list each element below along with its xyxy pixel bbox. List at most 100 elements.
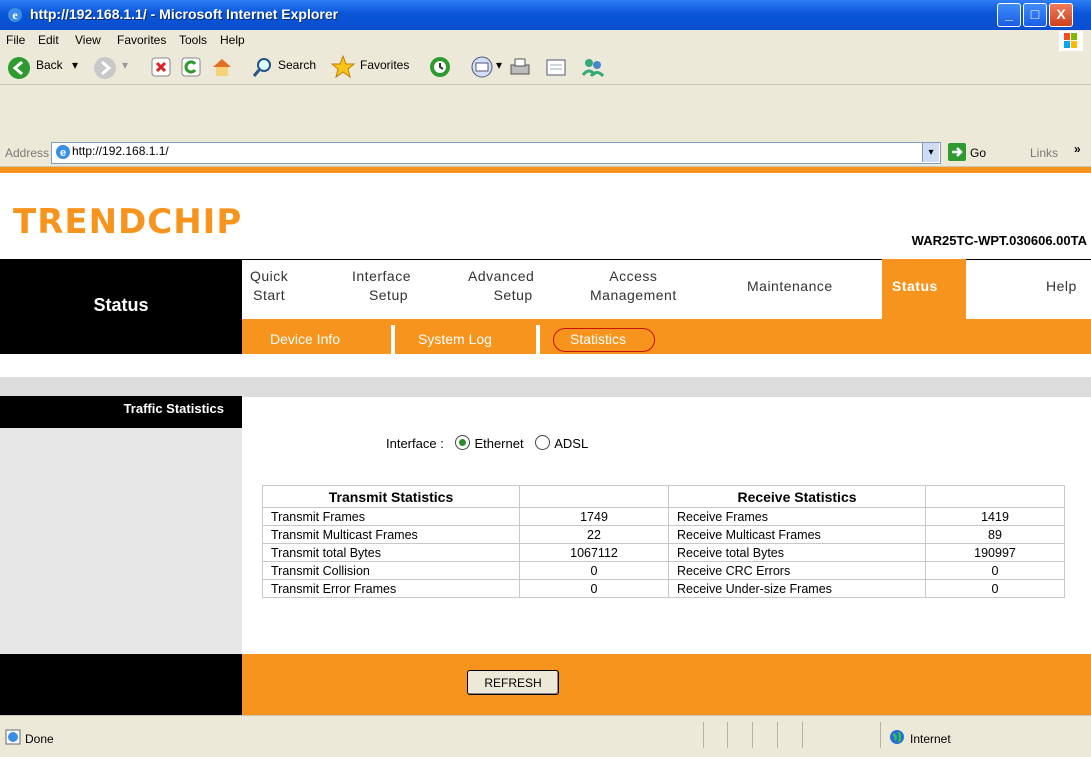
rx-value-header bbox=[925, 485, 1065, 508]
tx-value-header bbox=[519, 485, 669, 508]
menu-help[interactable]: Help bbox=[220, 33, 245, 47]
nav-quick-start[interactable]: Quick Start bbox=[250, 267, 288, 305]
nav-access-management[interactable]: Access Management bbox=[590, 267, 677, 305]
ie-icon: e bbox=[8, 8, 22, 22]
status-divider bbox=[703, 722, 704, 748]
favorites-star-icon[interactable] bbox=[330, 54, 356, 80]
search-button[interactable]: Search bbox=[278, 58, 316, 72]
rx-value: 0 bbox=[925, 579, 1065, 598]
tx-header: Transmit Statistics bbox=[262, 485, 520, 508]
refresh-icon[interactable] bbox=[180, 56, 202, 78]
table-row: Transmit Error Frames 0 Receive Under-si… bbox=[262, 579, 1065, 598]
rx-value: 1419 bbox=[925, 507, 1065, 526]
subnav-system-log[interactable]: System Log bbox=[418, 331, 492, 347]
back-button[interactable]: Back bbox=[36, 58, 63, 72]
nav-help[interactable]: Help bbox=[1046, 277, 1077, 296]
interface-selector: Interface : Ethernet ADSL bbox=[386, 435, 588, 451]
security-zone: Internet bbox=[910, 732, 951, 746]
print-icon[interactable] bbox=[508, 55, 532, 79]
sidebar-title: Traffic Statistics bbox=[123, 401, 224, 416]
nav-maintenance[interactable]: Maintenance bbox=[747, 277, 833, 296]
radio-ethernet-label[interactable]: Ethernet bbox=[474, 436, 523, 451]
back-arrow-icon[interactable] bbox=[6, 55, 32, 81]
table-row: Transmit Frames 1749 Receive Frames 1419 bbox=[262, 507, 1065, 526]
subnav-statistics[interactable]: Statistics bbox=[570, 331, 626, 347]
minimize-button[interactable]: _ bbox=[997, 3, 1021, 27]
radio-adsl[interactable] bbox=[535, 435, 551, 450]
nav-interface-setup[interactable]: Interface Setup bbox=[352, 267, 411, 305]
tx-value: 0 bbox=[519, 561, 669, 580]
menu-bar: File Edit View Favorites Tools Help bbox=[0, 30, 1091, 53]
page-icon: e bbox=[56, 145, 70, 159]
tx-label: Transmit Multicast Frames bbox=[262, 525, 520, 544]
firmware-version: WAR25TC-WPT.030606.00TA bbox=[911, 233, 1087, 248]
section-title: Status bbox=[93, 295, 149, 315]
subnav-device-info[interactable]: Device Info bbox=[270, 331, 340, 347]
radio-ethernet[interactable] bbox=[455, 435, 471, 450]
status-divider bbox=[777, 722, 778, 748]
search-icon[interactable] bbox=[252, 56, 274, 78]
nav-status[interactable]: Status bbox=[892, 277, 938, 296]
go-button[interactable]: Go bbox=[970, 146, 986, 160]
window-title: http://192.168.1.1/ - Microsoft Internet… bbox=[30, 6, 339, 22]
tx-label: Transmit total Bytes bbox=[262, 543, 520, 562]
tx-label: Transmit Error Frames bbox=[262, 579, 520, 598]
menu-tools[interactable]: Tools bbox=[179, 33, 207, 47]
menu-favorites[interactable]: Favorites bbox=[117, 33, 166, 47]
globe-icon bbox=[890, 730, 904, 744]
table-row: Transmit Collision 0 Receive CRC Errors … bbox=[262, 561, 1065, 580]
chevron-right-icon[interactable]: » bbox=[1074, 142, 1081, 156]
status-bar: Done Internet bbox=[0, 715, 1091, 757]
nav-interface-setup-line2: Setup bbox=[368, 287, 409, 303]
refresh-button[interactable]: REFRESH bbox=[467, 670, 559, 695]
window-title-bar: e http://192.168.1.1/ - Microsoft Intern… bbox=[0, 0, 1091, 30]
tx-label: Transmit Collision bbox=[262, 561, 520, 580]
menu-edit[interactable]: Edit bbox=[38, 33, 59, 47]
address-dropdown-icon[interactable]: ▾ bbox=[922, 143, 939, 162]
footer-bar bbox=[242, 654, 1091, 715]
svg-text:e: e bbox=[12, 8, 18, 22]
stop-icon[interactable] bbox=[150, 56, 172, 78]
svg-text:e: e bbox=[60, 147, 66, 159]
tx-value: 22 bbox=[519, 525, 669, 544]
radio-adsl-label[interactable]: ADSL bbox=[554, 436, 588, 451]
nav-access-management-line2: Management bbox=[590, 287, 677, 303]
tx-label: Transmit Frames bbox=[262, 507, 520, 526]
go-arrow-icon[interactable] bbox=[948, 143, 966, 161]
trendchip-logo: TRENDCHIP bbox=[13, 202, 243, 242]
links-button[interactable]: Links bbox=[1030, 146, 1058, 160]
table-header-row: Transmit Statistics Receive Statistics bbox=[262, 485, 1065, 508]
divider-band bbox=[0, 377, 1091, 397]
mail-dropdown-icon[interactable]: ▾ bbox=[496, 58, 502, 72]
nav-advanced-setup[interactable]: Advanced Setup bbox=[468, 267, 534, 305]
address-input[interactable] bbox=[51, 142, 941, 164]
rx-header: Receive Statistics bbox=[668, 485, 926, 508]
close-button[interactable]: X bbox=[1049, 3, 1073, 27]
interface-label: Interface : bbox=[386, 436, 444, 451]
subnav-separator bbox=[536, 325, 540, 354]
back-dropdown-icon[interactable]: ▾ bbox=[72, 58, 78, 72]
history-icon[interactable] bbox=[428, 55, 452, 79]
mail-icon[interactable] bbox=[470, 55, 494, 79]
sub-navigation bbox=[242, 319, 1091, 354]
top-accent-bar bbox=[0, 167, 1091, 173]
rx-label: Receive Under-size Frames bbox=[668, 579, 926, 598]
forward-arrow-icon[interactable] bbox=[92, 55, 118, 81]
tx-value: 1749 bbox=[519, 507, 669, 526]
status-divider bbox=[727, 722, 728, 748]
address-label: Address bbox=[5, 146, 50, 160]
tx-value: 0 bbox=[519, 579, 669, 598]
favorites-button[interactable]: Favorites bbox=[360, 58, 409, 72]
menu-view[interactable]: View bbox=[75, 33, 101, 47]
table-row: Transmit Multicast Frames 22 Receive Mul… bbox=[262, 525, 1065, 544]
edit-icon[interactable] bbox=[544, 55, 568, 79]
sidebar-panel bbox=[0, 428, 242, 654]
maximize-button[interactable]: □ bbox=[1023, 3, 1047, 27]
status-divider bbox=[802, 722, 803, 748]
nav-access-management-line1: Access bbox=[609, 268, 658, 284]
messenger-icon[interactable] bbox=[580, 55, 606, 79]
address-url[interactable]: http://192.168.1.1/ bbox=[72, 144, 169, 158]
menu-file[interactable]: File bbox=[6, 33, 25, 47]
home-icon[interactable] bbox=[210, 55, 234, 79]
forward-dropdown-icon[interactable]: ▾ bbox=[122, 58, 128, 72]
